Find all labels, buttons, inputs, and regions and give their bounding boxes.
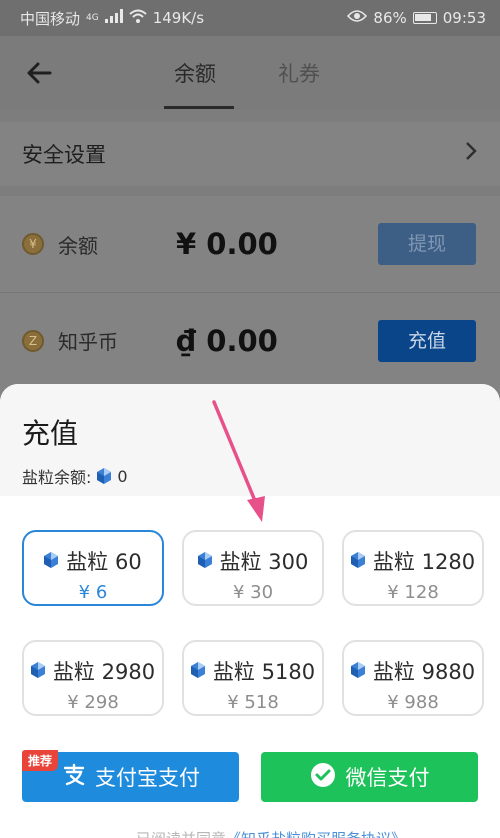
clock: 09:53	[442, 9, 486, 27]
package-price: ¥ 298	[67, 692, 119, 713]
agreement-link[interactable]: 《知乎盐粒购买服务协议》	[226, 830, 406, 838]
balance-label: 余额	[58, 233, 98, 258]
recharge-button[interactable]: 充值	[378, 319, 476, 362]
package-name: 盐粒 300	[219, 550, 309, 574]
zhihu-coin-label: 知乎币	[58, 330, 118, 354]
yuan-coin-icon: ¥	[22, 233, 44, 255]
alipay-label: 支付宝支付	[95, 766, 200, 790]
balance-amount: ¥ 0.00	[176, 227, 278, 261]
package-price: ¥ 988	[387, 692, 439, 713]
salt-gem-icon	[44, 549, 59, 573]
security-settings-row[interactable]: 安全设置	[0, 122, 500, 186]
tab-coupons[interactable]: 礼券	[278, 58, 320, 88]
withdraw-button[interactable]: 提现	[378, 223, 476, 265]
package-name: 盐粒 2980	[52, 660, 156, 684]
alipay-icon	[61, 762, 87, 793]
agreement-text: 已阅读并同意《知乎盐粒购买服务协议》	[136, 828, 406, 838]
package-card[interactable]: 盐粒 5180 ¥ 518	[182, 640, 324, 716]
package-price: ¥ 30	[232, 582, 274, 603]
package-price: ¥ 6	[78, 582, 108, 603]
tab-balance[interactable]: 余额	[174, 58, 216, 88]
salt-gem-icon	[350, 659, 365, 683]
eye-icon	[347, 9, 368, 27]
salt-balance-label: 盐粒余额:	[22, 468, 92, 487]
wechat-pay-label: 微信支付	[345, 766, 430, 790]
security-settings-label: 安全设置	[22, 143, 106, 167]
recharge-sheet: 充值 盐粒余额: 0 盐粒 60 ¥ 6 盐粒 300 ¥ 30 盐粒 1280…	[0, 384, 500, 838]
active-tab-indicator	[164, 106, 234, 109]
salt-gem-icon	[350, 549, 365, 573]
salt-gem-icon	[197, 549, 212, 573]
sheet-title: 充值	[22, 417, 79, 450]
package-card[interactable]: 盐粒 300 ¥ 30	[182, 530, 324, 606]
package-card[interactable]: 盐粒 9880 ¥ 988	[342, 640, 484, 716]
chevron-right-icon	[464, 140, 478, 168]
wechat-pay-button[interactable]: 微信支付	[261, 752, 478, 802]
zhihu-coin-amount: ₫ 0.00	[176, 323, 278, 358]
sheet-header: 充值 盐粒余额: 0	[0, 384, 500, 496]
carrier-label: 中国移动	[20, 9, 81, 28]
package-card[interactable]: 盐粒 60 ¥ 6	[22, 530, 164, 606]
status-bar: 中国移动 4G 149K/s 86% 09:53	[0, 0, 500, 36]
top-nav: 余额 礼券	[0, 36, 500, 110]
salt-gem-icon	[30, 659, 45, 683]
wifi-icon	[129, 9, 147, 27]
package-name: 盐粒 1280	[372, 550, 476, 574]
zhihu-coin-icon: Z	[22, 329, 44, 352]
agreement-prefix: 已阅读并同意	[136, 830, 226, 838]
signal-icon	[104, 9, 123, 27]
recommended-badge: 推荐	[22, 750, 59, 771]
package-card[interactable]: 盐粒 2980 ¥ 298	[22, 640, 164, 716]
package-price: ¥ 518	[227, 692, 279, 713]
network-speed: 149K/s	[152, 9, 205, 27]
salt-gem-icon	[97, 468, 112, 484]
package-price: ¥ 128	[387, 582, 439, 603]
package-name: 盐粒 9880	[372, 660, 476, 684]
network-badge: 4G	[86, 13, 99, 23]
package-card[interactable]: 盐粒 1280 ¥ 128	[342, 530, 484, 606]
wechat-icon	[310, 762, 336, 793]
salt-balance-value: 0	[117, 466, 128, 486]
wallet-card: ¥ 余额 ¥ 0.00 提现 Z 知乎币 ₫ 0.00 充值	[0, 196, 500, 396]
package-name: 盐粒 5180	[212, 660, 316, 684]
alipay-button[interactable]: 推荐 支付宝支付	[22, 750, 239, 802]
zhihu-coin-row: Z 知乎币 ₫ 0.00 充值	[0, 292, 500, 388]
back-arrow-icon[interactable]	[22, 56, 56, 90]
package-name: 盐粒 60	[66, 550, 142, 574]
balance-row: ¥ 余额 ¥ 0.00 提现	[0, 196, 500, 292]
salt-balance: 盐粒余额: 0	[22, 464, 500, 488]
battery-percent: 86%	[373, 9, 407, 27]
battery-icon	[412, 12, 437, 24]
salt-gem-icon	[190, 659, 205, 683]
